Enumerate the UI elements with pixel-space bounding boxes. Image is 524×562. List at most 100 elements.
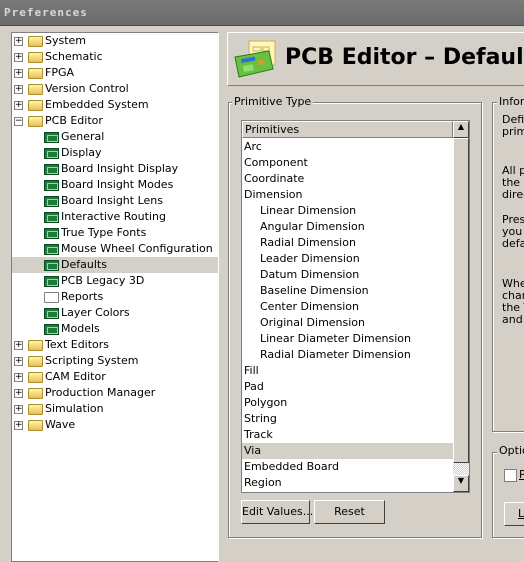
- scroll-thumb[interactable]: [453, 138, 469, 463]
- expand-icon[interactable]: +: [14, 405, 23, 414]
- primitive-list-item[interactable]: Via: [242, 443, 453, 459]
- primitive-list-item[interactable]: Region: [242, 475, 453, 491]
- expand-icon[interactable]: +: [14, 341, 23, 350]
- reset-button[interactable]: Reset: [314, 500, 385, 524]
- primitive-list-item[interactable]: Baseline Dimension: [242, 283, 453, 299]
- primitive-list-item[interactable]: Radial Dimension: [242, 235, 453, 251]
- expand-icon[interactable]: +: [14, 69, 23, 78]
- information-text: direc: [502, 188, 524, 201]
- primitive-list-item[interactable]: Track: [242, 427, 453, 443]
- tree-item-label: Defaults: [61, 258, 107, 271]
- tree-item-label: Mouse Wheel Configuration: [61, 242, 213, 255]
- primitive-list-item[interactable]: Arc: [242, 139, 453, 155]
- primitive-list-item[interactable]: Polygon: [242, 395, 453, 411]
- tree-item-label: FPGA: [45, 66, 75, 79]
- scroll-down-button[interactable]: ▼: [453, 475, 469, 492]
- expand-icon[interactable]: +: [14, 389, 23, 398]
- tree-item-label: System: [45, 34, 87, 47]
- primitives-column-header[interactable]: Primitives: [242, 121, 453, 138]
- primitive-list-item[interactable]: Embedded Board: [242, 459, 453, 475]
- page-header: PCB Editor – Defaults: [227, 32, 524, 86]
- primitive-list-item[interactable]: Original Dimension: [242, 315, 453, 331]
- open-folder-icon: [28, 116, 43, 127]
- primitive-list-item[interactable]: Angular Dimension: [242, 219, 453, 235]
- pcb-chip-icon: [44, 244, 59, 255]
- tree-item-label: Models: [61, 322, 100, 335]
- primitives-list[interactable]: Primitives Arc Component Coordinate Dimensi…: [241, 120, 470, 493]
- information-text: defa: [502, 237, 524, 250]
- tree-item-label: Display: [61, 146, 102, 159]
- tree-item-label: Reports: [61, 290, 104, 303]
- information-text: and: [502, 313, 523, 326]
- expand-icon[interactable]: +: [14, 373, 23, 382]
- information-group: [492, 102, 524, 432]
- list-scrollbar[interactable]: ▲ ▼: [453, 121, 469, 492]
- primitive-list-item[interactable]: Datum Dimension: [242, 267, 453, 283]
- primitive-list-item[interactable]: Linear Dimension: [242, 203, 453, 219]
- tree-item-label: Schematic: [45, 50, 103, 63]
- tree-item-label: Scripting System: [45, 354, 139, 367]
- pcb-editor-icon: [234, 40, 276, 78]
- pcb-chip-icon: [44, 228, 59, 239]
- pcb-chip-icon: [44, 180, 59, 191]
- tree-item-label: Layer Colors: [61, 306, 130, 319]
- folder-icon: [28, 84, 43, 95]
- primitive-list-item[interactable]: Leader Dimension: [242, 251, 453, 267]
- primitive-list-item[interactable]: Dimension: [242, 187, 453, 203]
- tree-item-label: True Type Fonts: [61, 226, 147, 239]
- expand-icon[interactable]: +: [14, 53, 23, 62]
- tree-item-label: CAM Editor: [45, 370, 106, 383]
- tree-item-label: Text Editors: [45, 338, 110, 351]
- tree-item[interactable]: Defaults: [12, 257, 218, 273]
- folder-icon: [28, 340, 43, 351]
- page-title: PCB Editor – Defaults: [285, 45, 524, 70]
- primitive-list-item[interactable]: Coordinate: [242, 171, 453, 187]
- tree-item-label: Embedded System: [45, 98, 149, 111]
- title-bar: Preferences: [0, 0, 524, 26]
- folder-icon: [28, 52, 43, 63]
- scroll-up-button[interactable]: ▲: [453, 121, 469, 138]
- options-button[interactable]: L: [504, 502, 524, 526]
- primitive-list-item[interactable]: Pad: [242, 379, 453, 395]
- tree-item-label: Interactive Routing: [61, 210, 166, 223]
- expand-icon[interactable]: +: [14, 421, 23, 430]
- primitive-list-item[interactable]: Center Dimension: [242, 299, 453, 315]
- expand-icon[interactable]: +: [14, 85, 23, 94]
- information-label: Infor: [497, 95, 524, 108]
- primitive-list-item[interactable]: Radial Diameter Dimension: [242, 347, 453, 363]
- pcb-chip-icon: [44, 132, 59, 143]
- pcb-chip-icon: [44, 260, 59, 271]
- tree-item-label: Board Insight Lens: [61, 194, 163, 207]
- expand-icon[interactable]: +: [14, 357, 23, 366]
- collapse-icon[interactable]: −: [14, 117, 23, 126]
- pcb-chip-icon: [44, 196, 59, 207]
- tree-item-label: PCB Editor: [45, 114, 103, 127]
- pcb-chip-icon: [44, 164, 59, 175]
- expand-icon[interactable]: +: [14, 37, 23, 46]
- options-label: Optio: [497, 444, 524, 457]
- tree-item-label: Production Manager: [45, 386, 156, 399]
- primitive-list-item[interactable]: Linear Diameter Dimension: [242, 331, 453, 347]
- folder-icon: [28, 36, 43, 47]
- pcb-3d-icon: [44, 276, 59, 287]
- primitive-list-item[interactable]: String: [242, 411, 453, 427]
- primitive-list-item[interactable]: Component: [242, 155, 453, 171]
- pcb-chip-icon: [44, 308, 59, 319]
- folder-icon: [28, 372, 43, 383]
- tree-item-label: Simulation: [45, 402, 104, 415]
- tree-item-label: Wave: [45, 418, 76, 431]
- tree-item-label: PCB Legacy 3D: [61, 274, 145, 287]
- folder-icon: [28, 100, 43, 111]
- preferences-tree[interactable]: + System + Schematic + FPGA + Version Control + E…: [11, 32, 219, 562]
- folder-icon: [28, 404, 43, 415]
- primitive-list-item[interactable]: Fill: [242, 363, 453, 379]
- window-title: Preferences: [4, 6, 88, 19]
- folder-icon: [28, 388, 43, 399]
- folder-icon: [28, 68, 43, 79]
- edit-values-button[interactable]: Edit Values...: [241, 500, 313, 524]
- option-checkbox[interactable]: [504, 469, 517, 482]
- folder-icon: [28, 420, 43, 431]
- pcb-chip-icon: [44, 212, 59, 223]
- expand-icon[interactable]: +: [14, 101, 23, 110]
- folder-icon: [28, 356, 43, 367]
